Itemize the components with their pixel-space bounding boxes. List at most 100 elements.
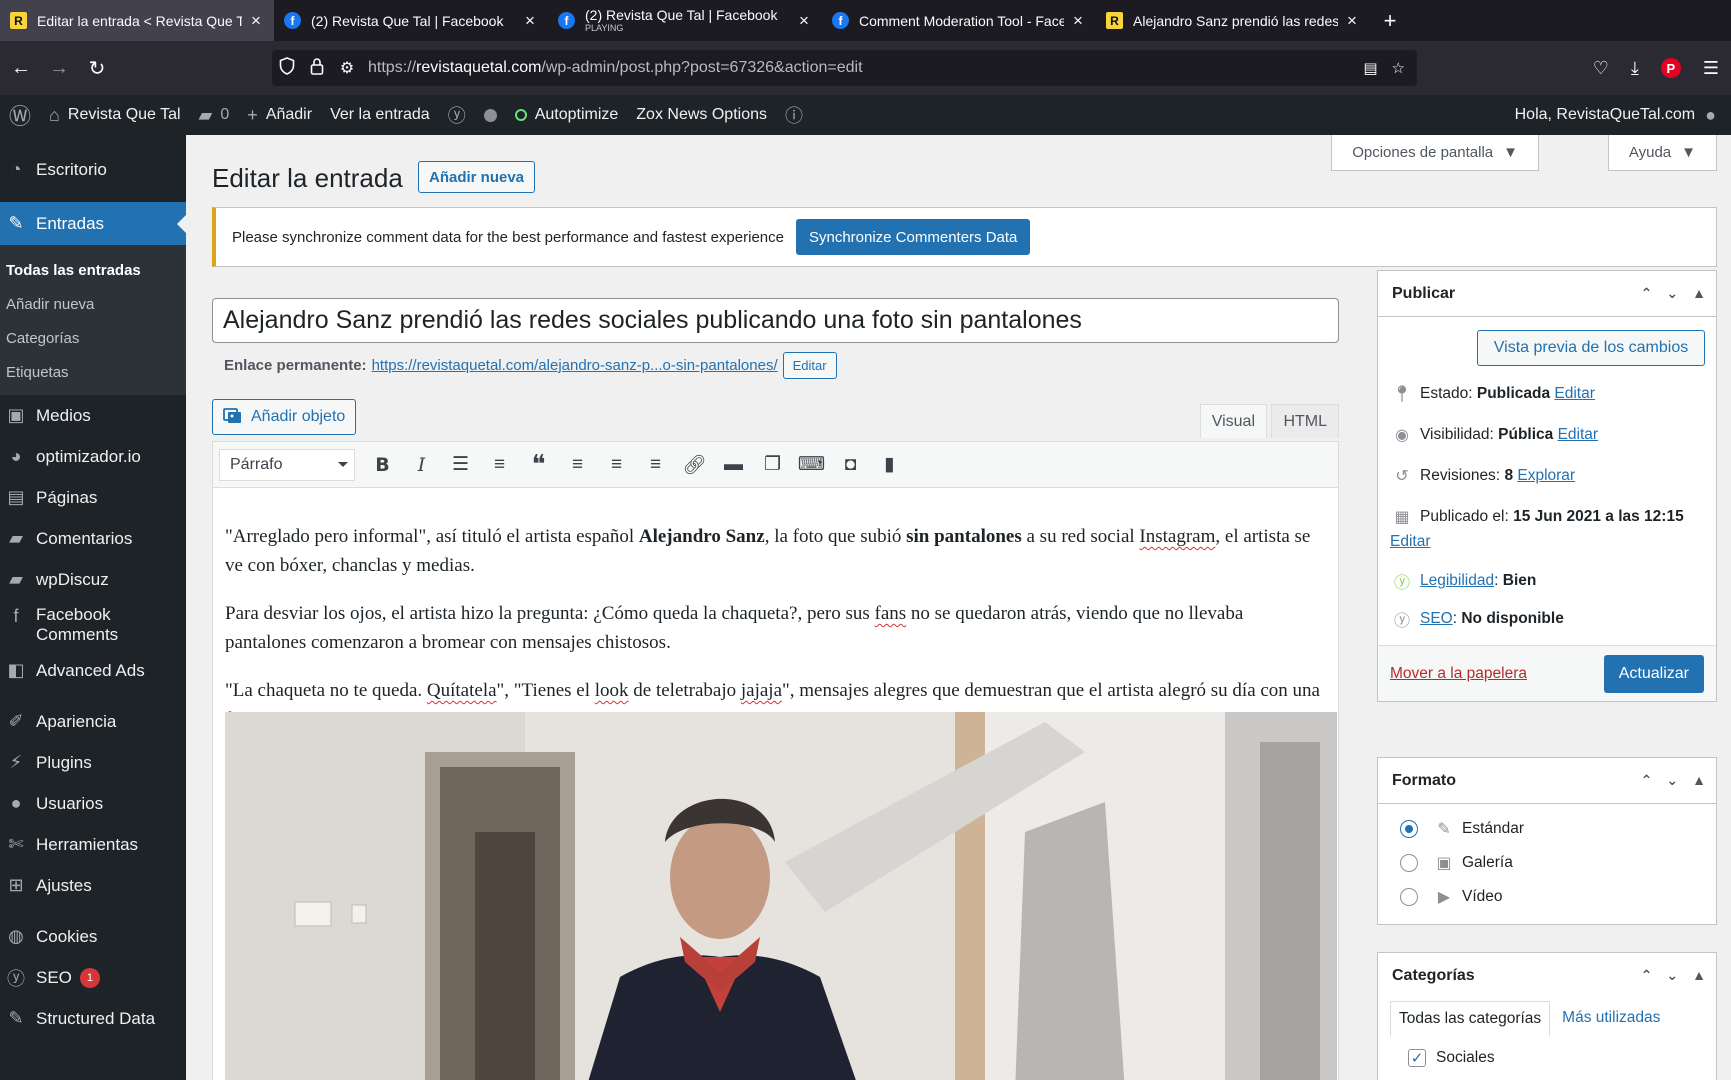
radio-standard[interactable] [1400,820,1418,838]
sidebar-item-seo[interactable]: ⓨ SEO 1 [0,957,186,998]
sidebar-item-comments[interactable]: ▰ Comentarios [0,518,186,559]
status-edit-link[interactable]: Editar [1554,385,1595,403]
browser-tab-facebook-playing[interactable]: f (2) Revista Que Tal | Facebook PLAYING… [548,0,822,41]
sidebar-item-cookies[interactable]: ◍ Cookies [0,916,186,957]
chart-icon[interactable]: ▮ [872,449,907,481]
publish-box-header[interactable]: Publicar ⌃ ⌄ ▲ [1378,271,1716,317]
link-icon[interactable]: 🔗︎ [677,449,712,481]
address-bar[interactable]: ⚙ https://revistaquetal.com/wp-admin/pos… [272,50,1417,86]
read-more-icon[interactable]: ▬ [716,449,751,481]
sidebar-item-appearance[interactable]: ✐ Apariencia [0,701,186,742]
autoptimize-link[interactable]: Autoptimize [506,95,628,135]
format-option-gallery[interactable]: ▣ Galería [1378,852,1716,874]
align-center-icon[interactable]: ≡ [599,449,634,481]
submenu-all-posts[interactable]: Todas las entradas [0,253,186,287]
sidebar-item-users[interactable]: ● Usuarios [0,783,186,824]
embed-icon[interactable]: ◘ [833,449,868,481]
copy-icon[interactable]: ❐ [755,449,790,481]
reader-view-icon[interactable]: ▤ [1363,59,1377,77]
collapse-triangle-icon[interactable]: ▲ [1692,772,1706,789]
italic-icon[interactable]: I [404,449,439,481]
synchronize-commenters-button[interactable]: Synchronize Commenters Data [795,219,1031,255]
categories-box-header[interactable]: Categorías ⌃ ⌄ ▲ [1378,953,1716,999]
pocket-icon[interactable]: ♡ [1593,58,1609,79]
reload-icon[interactable]: ↻ [80,51,114,85]
visibility-edit-link[interactable]: Editar [1558,426,1599,444]
menu-hamburger-icon[interactable]: ☰ [1703,58,1719,79]
close-icon[interactable]: × [522,11,538,31]
add-new-link[interactable]: + Añadir [238,95,321,135]
new-tab-plus-icon[interactable]: + [1370,0,1410,41]
browser-tab-article[interactable]: R Alejandro Sanz prendió las redes socia… [1096,0,1370,41]
format-option-video[interactable]: ▶ Vídeo [1378,886,1716,908]
sidebar-item-dashboard[interactable]: ◔ Escritorio [0,149,186,190]
add-media-button[interactable]: Añadir objeto [212,399,357,435]
download-icon[interactable]: ⤓ [1631,58,1639,79]
published-edit-link[interactable]: Editar [1390,533,1431,551]
sidebar-item-wpdiscuz[interactable]: ▰ wpDiscuz [0,559,186,600]
performance-bolt-icon[interactable]: ⓘ [776,95,812,135]
chevron-up-icon[interactable]: ⌃ [1641,285,1653,302]
sidebar-item-settings[interactable]: ⊞ Ajustes [0,865,186,906]
account-link[interactable]: Hola, RevistaQueTal.com ● [1506,95,1725,135]
browser-tab-comment-moderation[interactable]: f Comment Moderation Tool - Facebook × [822,0,1096,41]
radio-video[interactable] [1400,888,1418,906]
view-post-link[interactable]: Ver la entrada [321,95,439,135]
add-new-button[interactable]: Añadir nueva [418,161,536,193]
category-item[interactable]: ✓ Sociales [1378,1047,1716,1069]
bullet-list-icon[interactable]: ☰ [443,449,478,481]
tab-most-used[interactable]: Más utilizadas [1550,1001,1672,1037]
format-box-header[interactable]: Formato ⌃ ⌄ ▲ [1378,758,1716,804]
sidebar-item-media[interactable]: ▣ Medios [0,395,186,436]
format-option-standard[interactable]: ✎ Estándar [1378,818,1716,840]
url-text[interactable]: https://revistaquetal.com/wp-admin/post.… [368,59,863,77]
comments-link[interactable]: ▰ 0 [190,95,239,135]
editor-content[interactable]: "Arreglado pero informal", así tituló el… [213,488,1338,734]
zox-news-options-link[interactable]: Zox News Options [627,95,776,135]
tab-html[interactable]: HTML [1271,404,1339,438]
back-arrow-icon[interactable]: ← [4,51,38,85]
permissions-icon[interactable]: ⚙ [332,58,362,78]
collapse-triangle-icon[interactable]: ▲ [1692,967,1706,984]
yoast-icon[interactable]: ⓨ [439,95,475,135]
shield-icon[interactable] [272,56,302,80]
numbered-list-icon[interactable]: ≡ [482,449,517,481]
close-icon[interactable]: × [796,11,812,31]
keyboard-icon[interactable]: ⌨ [794,449,829,481]
permalink-edit-button[interactable]: Editar [782,352,837,379]
chevron-up-icon[interactable]: ⌃ [1641,772,1653,789]
site-name-link[interactable]: ⌂ Revista Que Tal [40,95,190,135]
help-button[interactable]: Ayuda ▼ [1607,135,1717,171]
chevron-down-icon[interactable]: ⌄ [1666,285,1678,302]
sidebar-item-tools[interactable]: ✄ Herramientas [0,824,186,865]
screen-options-button[interactable]: Opciones de pantalla ▼ [1331,135,1539,171]
sidebar-item-posts[interactable]: ✎ Entradas [0,202,186,245]
bookmark-star-icon[interactable]: ☆ [1392,59,1405,77]
sidebar-item-structured-data[interactable]: ✎ Structured Data [0,998,186,1039]
align-left-icon[interactable]: ≡ [560,449,595,481]
sidebar-item-optimizador[interactable]: ◕ optimizador.io [0,436,186,477]
sidebar-item-plugins[interactable]: ⚡ Plugins [0,742,186,783]
status-dot-icon[interactable] [475,95,506,135]
radio-gallery[interactable] [1400,854,1418,872]
update-button[interactable]: Actualizar [1603,654,1704,693]
align-right-icon[interactable]: ≡ [638,449,673,481]
close-icon[interactable]: × [1344,11,1360,31]
readability-link[interactable]: Legibilidad [1420,572,1494,590]
wordpress-logo-icon[interactable]: Ⓦ [0,95,40,135]
paragraph-format-select[interactable]: Párrafo [219,448,355,481]
blockquote-icon[interactable]: ❝ [521,449,556,481]
preview-changes-button[interactable]: Vista previa de los cambios [1477,330,1705,366]
collapse-triangle-icon[interactable]: ▲ [1692,285,1706,302]
browser-tab-facebook[interactable]: f (2) Revista Que Tal | Facebook × [274,0,548,41]
article-photo[interactable] [225,712,1337,1080]
submenu-categories[interactable]: Categorías [0,321,186,355]
post-title-input[interactable]: Alejandro Sanz prendió las redes sociale… [212,298,1339,343]
browser-tab-edit-post[interactable]: R Editar la entrada < Revista Que Tal × [0,0,274,41]
tab-visual[interactable]: Visual [1199,404,1267,438]
submenu-tags[interactable]: Etiquetas [0,355,186,389]
chevron-up-icon[interactable]: ⌃ [1641,967,1653,984]
sidebar-item-facebook-comments[interactable]: f Facebook Comments [0,600,186,650]
sidebar-item-pages[interactable]: ▤ Páginas [0,477,186,518]
checkbox-checked-icon[interactable]: ✓ [1408,1049,1426,1067]
